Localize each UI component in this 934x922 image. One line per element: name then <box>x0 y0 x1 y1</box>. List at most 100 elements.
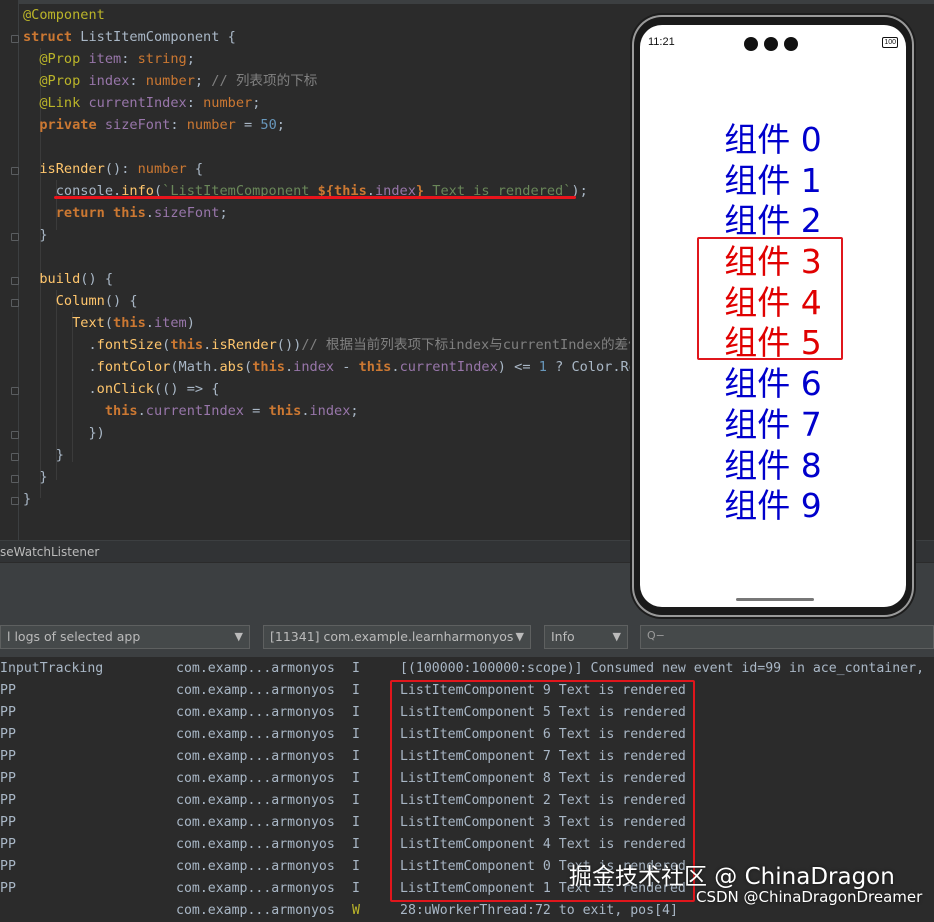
list-item[interactable]: 组件 7 <box>640 405 906 446</box>
status-time: 11:21 <box>648 36 675 48</box>
code-line[interactable]: } <box>23 444 655 466</box>
code-line[interactable]: return this.sizeFont; <box>23 202 655 224</box>
camera-icon <box>784 37 798 51</box>
code-token: ) <box>186 315 195 331</box>
code-line[interactable]: isRender(): number { <box>23 158 655 180</box>
code-token: ( <box>244 359 253 375</box>
code-token: this <box>170 337 204 353</box>
highlight-box-items <box>697 237 843 360</box>
code-token: . <box>23 381 97 397</box>
code-token: this <box>252 359 285 375</box>
code-line[interactable]: @Component <box>23 4 655 26</box>
fold-marker-icon[interactable] <box>11 475 19 483</box>
fold-marker-icon[interactable] <box>11 497 19 505</box>
code-token: ; <box>252 95 261 111</box>
fold-marker-icon[interactable] <box>11 299 19 307</box>
code-line[interactable]: .fontSize(this.isRender())// 根据当前列表项下标in… <box>23 334 655 356</box>
log-filter-bar: l logs of selected app ▼ [11341] com.exa… <box>0 617 934 658</box>
log-tag: PP <box>0 749 16 764</box>
list-item[interactable]: 组件 8 <box>640 446 906 487</box>
code-line[interactable]: private sizeFont: number = 50; <box>23 114 655 136</box>
code-token: fontColor <box>96 359 171 375</box>
code-token: ; <box>350 403 359 419</box>
code-line[interactable]: @Prop index: number; // 列表项的下标 <box>23 70 655 92</box>
code-token: Column <box>55 293 105 309</box>
code-token: Text <box>72 315 105 331</box>
log-scope-dropdown[interactable]: l logs of selected app ▼ <box>0 625 250 649</box>
home-indicator[interactable] <box>736 598 814 601</box>
code-token: build <box>39 271 81 287</box>
fold-marker-icon[interactable] <box>11 387 19 395</box>
fold-marker-icon[interactable] <box>11 453 19 461</box>
code-line[interactable]: } <box>23 466 655 488</box>
log-tag: PP <box>0 793 16 808</box>
code-token: . <box>145 205 154 221</box>
fold-marker-icon[interactable] <box>11 431 19 439</box>
log-tag: PP <box>0 837 16 852</box>
code-line[interactable]: .onClick(() => { <box>23 378 655 400</box>
code-line[interactable]: } <box>23 224 655 246</box>
fold-marker-icon[interactable] <box>11 35 19 43</box>
code-token: . <box>137 403 146 419</box>
list-item[interactable]: 组件 1 <box>640 161 906 202</box>
code-token: currentIndex <box>88 95 187 111</box>
code-token: index <box>293 359 335 375</box>
code-token: ListItemComponent { <box>80 29 236 45</box>
process-value: [11341] com.example.learnharmonyos <box>270 629 514 644</box>
log-package: com.examp...armonyos <box>176 859 335 874</box>
code-line[interactable]: @Prop item: string; <box>23 48 655 70</box>
code-line[interactable]: @Link currentIndex: number; <box>23 92 655 114</box>
log-level-dropdown[interactable]: Info ▼ <box>544 625 628 649</box>
code-line[interactable]: } <box>23 488 655 510</box>
list-item[interactable]: 组件 2 <box>640 201 906 242</box>
list-item[interactable]: 组件 6 <box>640 364 906 405</box>
code-line[interactable] <box>23 136 655 158</box>
log-level: I <box>352 705 360 720</box>
code-line[interactable]: this.currentIndex = this.index; <box>23 400 655 422</box>
source-code[interactable]: @Component struct ListItemComponent { @Pr… <box>23 4 655 510</box>
log-package: com.examp...armonyos <box>176 815 335 830</box>
log-package: com.examp...armonyos <box>176 683 335 698</box>
fold-marker-icon[interactable] <box>11 233 19 241</box>
code-token: sizeFont <box>153 205 220 221</box>
list-item[interactable]: 组件 9 <box>640 486 906 527</box>
code-token: ()) <box>276 337 302 353</box>
code-line[interactable]: struct ListItemComponent { <box>23 26 655 48</box>
fold-marker-icon[interactable] <box>11 277 19 285</box>
process-dropdown[interactable]: [11341] com.example.learnharmonyos ▼ <box>263 625 531 649</box>
log-tag: PP <box>0 727 16 742</box>
code-token: }) <box>23 425 105 441</box>
code-token: { <box>186 161 204 177</box>
code-token: = <box>235 117 261 133</box>
code-line[interactable]: build() { <box>23 268 655 290</box>
log-level: I <box>352 793 360 808</box>
chevron-down-icon: ▼ <box>612 630 621 643</box>
code-token: @Prop <box>39 51 89 67</box>
code-token: . <box>145 315 154 331</box>
code-token: // 列表项的下标 <box>211 73 318 89</box>
code-token: . <box>23 359 97 375</box>
log-row[interactable]: InputTracking com.examp...armonyos I [(1000… <box>0 658 934 680</box>
code-token: @Prop <box>39 73 89 89</box>
code-line[interactable]: .fontColor(Math.abs(this.index - this.cu… <box>23 356 655 378</box>
log-package: com.examp...armonyos <box>176 771 335 786</box>
code-token: 1 <box>538 359 547 375</box>
log-search-input[interactable]: Q− <box>640 625 934 649</box>
camera-icon <box>744 37 758 51</box>
code-token: ; <box>194 73 212 89</box>
fold-marker-icon[interactable] <box>11 167 19 175</box>
list-item[interactable]: 组件 0 <box>640 120 906 161</box>
code-token: index <box>309 403 351 419</box>
log-tag: PP <box>0 881 16 896</box>
code-token: } <box>23 447 64 463</box>
code-line[interactable] <box>23 246 655 268</box>
code-token: 50 <box>260 117 277 133</box>
log-tag: InputTracking <box>0 661 104 676</box>
code-line[interactable]: Column() { <box>23 290 655 312</box>
code-line[interactable]: }) <box>23 422 655 444</box>
code-line[interactable]: Text(this.item) <box>23 312 655 334</box>
code-token: @Link <box>39 95 89 111</box>
